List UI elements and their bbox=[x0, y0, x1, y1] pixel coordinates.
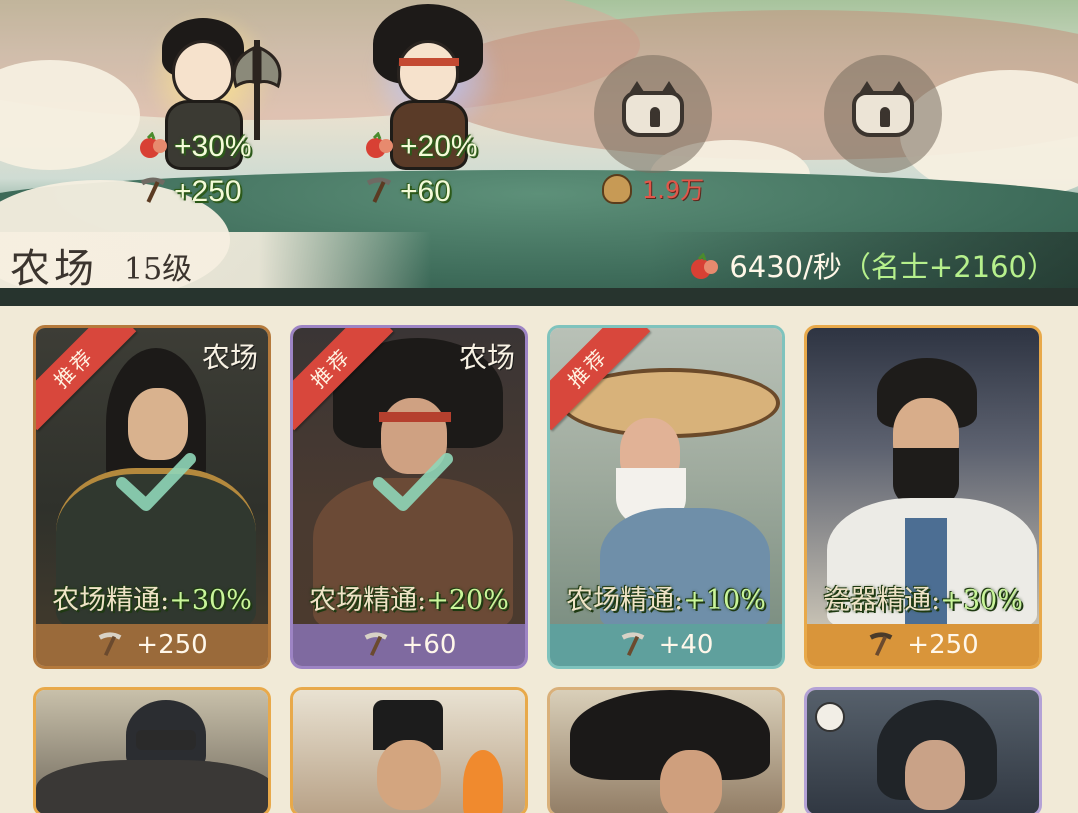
trait-label: 农场精通:+30% bbox=[52, 585, 252, 616]
card-footer: +250 bbox=[807, 624, 1039, 666]
hero-2-bonus-pct: +20% bbox=[364, 130, 478, 164]
card-art bbox=[550, 690, 782, 813]
pickaxe-icon bbox=[621, 632, 644, 657]
building-tag: 农场 bbox=[201, 341, 258, 374]
card-art bbox=[36, 690, 268, 813]
hero-card[interactable]: 推荐 农场 农场精通:+20% +60 bbox=[290, 325, 528, 669]
trait-label: 农场精通:+20% bbox=[309, 585, 509, 616]
trait-label: 农场精通:+10% bbox=[566, 585, 766, 616]
fire bbox=[463, 750, 503, 813]
axe-icon bbox=[232, 40, 282, 140]
apple-pomegranate-icon bbox=[366, 132, 393, 158]
unlock-cost: 1.9万 bbox=[602, 170, 704, 205]
trait-label: 瓷器精通:+30% bbox=[823, 585, 1023, 616]
hero-card[interactable] bbox=[804, 687, 1042, 813]
checkmark-icon bbox=[373, 453, 453, 511]
hero-card[interactable]: 推荐 农场 农场精通:+30% +250 bbox=[33, 325, 271, 669]
card-footer: +60 bbox=[293, 624, 525, 666]
hero-2-bonus-flat: +60 bbox=[364, 175, 451, 209]
hero-card[interactable] bbox=[547, 687, 785, 813]
headband bbox=[399, 58, 459, 66]
apple-pomegranate-icon bbox=[691, 253, 719, 279]
locked-slot-1[interactable] bbox=[594, 55, 712, 173]
building-name: 农场 bbox=[10, 246, 98, 288]
building-level: 15级 bbox=[124, 252, 193, 287]
hero-card[interactable] bbox=[290, 687, 528, 813]
pickaxe-icon bbox=[366, 177, 392, 203]
hero-card[interactable]: 推荐 农场精通:+10% +40 bbox=[547, 325, 785, 669]
hero-1-bonus-flat: +250 bbox=[138, 175, 242, 209]
hero-card[interactable] bbox=[33, 687, 271, 813]
card-art bbox=[293, 690, 525, 813]
card-art bbox=[807, 690, 1039, 813]
hero-card[interactable]: 瓷器精通:+30% +250 bbox=[804, 325, 1042, 669]
production-rate: 6430/秒（名士+2160） bbox=[689, 244, 1056, 286]
pickaxe-icon bbox=[140, 177, 166, 203]
hero-head bbox=[172, 40, 234, 104]
hero-1-bonus-pct: +30% bbox=[138, 130, 252, 164]
mask bbox=[136, 730, 196, 750]
lock-cat-icon bbox=[622, 81, 684, 137]
apple-pomegranate-icon bbox=[140, 132, 167, 158]
checkmark-icon bbox=[116, 453, 196, 511]
lock-cat-icon bbox=[852, 81, 914, 137]
card-footer: +250 bbox=[36, 624, 268, 666]
divider bbox=[0, 288, 1078, 306]
locked-slot-2[interactable] bbox=[824, 55, 942, 173]
money-bag-icon bbox=[602, 174, 632, 204]
building-scene: +30% +250 +20% +60 1.9万 农场 15级 6430/秒（名士… bbox=[0, 0, 1078, 288]
pickaxe-icon bbox=[98, 632, 122, 657]
clan-emblem-icon bbox=[815, 702, 845, 732]
pickaxe-icon bbox=[869, 632, 893, 657]
card-footer: +40 bbox=[550, 624, 782, 666]
rate-bonus: （名士+2160） bbox=[841, 250, 1056, 284]
hero-head bbox=[397, 40, 459, 104]
building-tag: 农场 bbox=[458, 341, 515, 374]
pickaxe-icon bbox=[364, 632, 387, 657]
